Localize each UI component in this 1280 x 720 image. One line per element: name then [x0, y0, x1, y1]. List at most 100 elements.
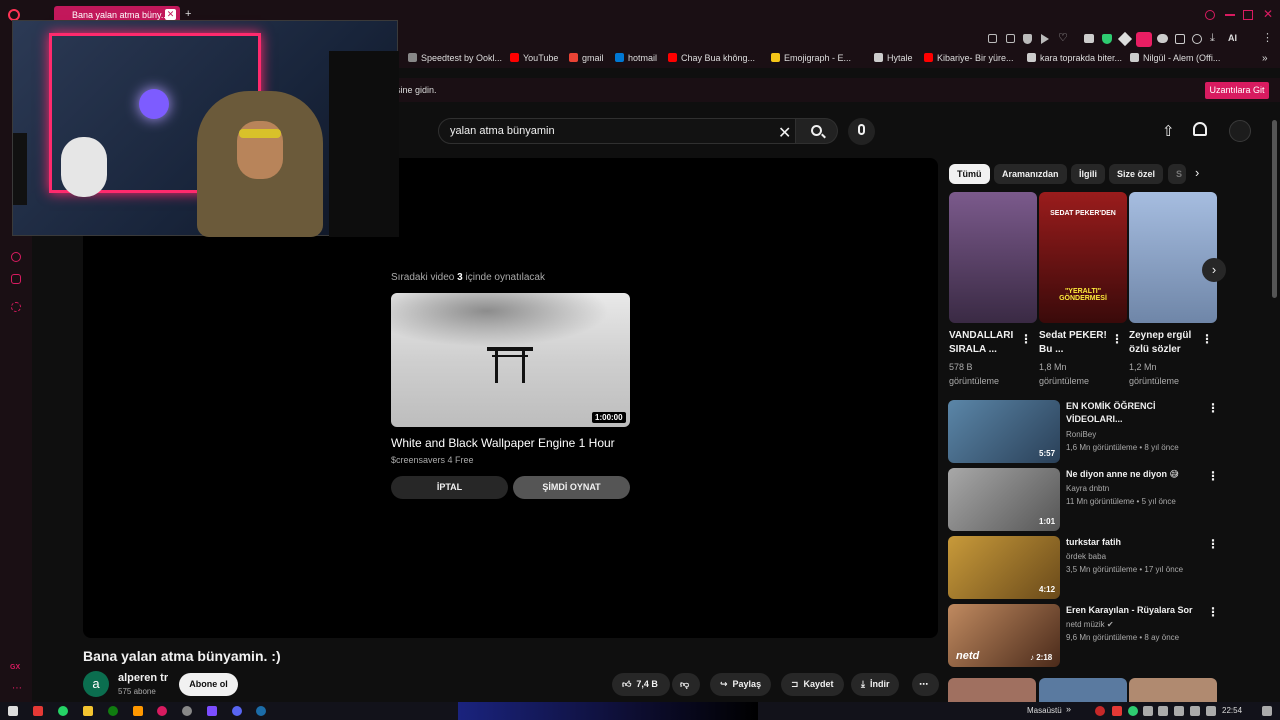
camera-icon[interactable]: [1006, 34, 1015, 43]
cancel-autoplay-button[interactable]: İPTAL: [391, 476, 508, 499]
history-icon[interactable]: [1192, 34, 1202, 44]
shield-icon[interactable]: [1023, 34, 1032, 44]
more-shorts-thumbnail[interactable]: [1129, 678, 1217, 702]
play-icon[interactable]: [1041, 34, 1049, 44]
bookmark-gmail[interactable]: gmail: [569, 53, 604, 63]
download-button[interactable]: ⤓ İndir: [851, 673, 900, 696]
opera-gx-taskbar-icon[interactable]: [157, 706, 167, 716]
related-title[interactable]: EN KOMİK ÖĞRENCİ VİDEOLARI...: [1066, 400, 1196, 426]
page-scrollbar[interactable]: [1272, 120, 1277, 298]
short-menu-icon[interactable]: ⋮: [1111, 332, 1123, 346]
extension-icon[interactable]: [1084, 34, 1094, 43]
related-channel[interactable]: ördek baba: [1066, 550, 1106, 563]
chips-next-icon[interactable]: ›: [1195, 165, 1199, 180]
bookmark-speedtest[interactable]: Speedtest by Ookl...: [408, 53, 502, 63]
desktop-folder-label[interactable]: Masaüstü: [1027, 706, 1062, 715]
search-button[interactable]: [796, 118, 838, 144]
clock[interactable]: 22:54: [1222, 706, 1242, 715]
tray-app-icon[interactable]: [1095, 706, 1105, 716]
search-tabs-icon[interactable]: [1205, 10, 1215, 20]
chip-overflow[interactable]: S: [1168, 164, 1186, 184]
xbox-icon[interactable]: [108, 706, 118, 716]
bookmark-nilgul[interactable]: Nilgül - Alem (Offi...: [1130, 53, 1220, 63]
chip-from-search[interactable]: Aramanızdan: [994, 164, 1067, 184]
share-button[interactable]: ↪ Paylaş: [710, 673, 772, 696]
new-tab-button[interactable]: +: [185, 8, 191, 20]
more-shorts-thumbnail[interactable]: [948, 678, 1036, 702]
pin-icon[interactable]: [988, 34, 997, 43]
related-title[interactable]: turkstar fatih: [1066, 536, 1196, 549]
chip-all[interactable]: Tümü: [949, 164, 990, 184]
bookmarks-overflow-icon[interactable]: »: [1262, 53, 1268, 64]
account-avatar[interactable]: [1229, 120, 1251, 142]
save-button[interactable]: ⊐ Kaydet: [781, 673, 844, 696]
short-thumbnail[interactable]: SEDAT PEKER'DEN "YERALTI" GÖNDERMESİ: [1039, 192, 1127, 323]
record-app-icon[interactable]: [33, 706, 43, 716]
notice-extensions-button[interactable]: Uzantılara Git: [1205, 82, 1269, 99]
tray-app2-icon[interactable]: [1174, 706, 1184, 716]
related-title[interactable]: Ne diyon anne ne diyon 😅: [1066, 468, 1196, 481]
app-taskbar-icon[interactable]: [182, 706, 192, 716]
volume-icon[interactable]: [1206, 706, 1216, 716]
discord-icon[interactable]: [232, 706, 242, 716]
download-icon[interactable]: ⤓: [1210, 32, 1215, 45]
clear-search-icon[interactable]: ✕: [778, 123, 791, 143]
vegas-icon[interactable]: [207, 706, 217, 716]
sidebar-music-icon[interactable]: [11, 252, 21, 262]
bookmark-chay-bua[interactable]: Chay Bua không...: [668, 53, 755, 63]
short-thumbnail[interactable]: [1129, 192, 1217, 323]
short-title[interactable]: VANDALLARI SIRALA ...: [949, 329, 1019, 357]
related-channel[interactable]: netd müzik ✔: [1066, 618, 1114, 631]
related-channel[interactable]: RoniBey: [1066, 428, 1096, 441]
related-channel[interactable]: Kayra dnbtn: [1066, 482, 1109, 495]
bookmark-hotmail[interactable]: hotmail: [615, 53, 657, 63]
sidebar-history-icon[interactable]: [11, 274, 21, 284]
tray-wifi-icon[interactable]: [1190, 706, 1200, 716]
next-video-title[interactable]: White and Black Wallpaper Engine 1 Hour: [391, 436, 615, 450]
tray-green-icon[interactable]: [1128, 706, 1138, 716]
vpn-shield-icon[interactable]: [1102, 34, 1112, 44]
like-button[interactable]: 👍︎ 7,4 B: [612, 673, 670, 696]
whatsapp-icon[interactable]: [58, 706, 68, 716]
related-title[interactable]: Eren Karayılan - Rüyalara Sor: [1066, 604, 1196, 617]
subscribe-button[interactable]: Abone ol: [179, 673, 238, 696]
cloud-icon[interactable]: [1157, 34, 1168, 43]
file-explorer-icon[interactable]: [83, 706, 93, 716]
maximize-icon[interactable]: [1243, 10, 1253, 20]
play-now-button[interactable]: ŞİMDİ OYNAT: [513, 476, 630, 499]
bookmark-kibariye[interactable]: Kibariye- Bir yüre...: [924, 53, 1014, 63]
chip-related[interactable]: İlgili: [1071, 164, 1105, 184]
close-window-icon[interactable]: ✕: [1263, 7, 1273, 21]
chip-for-you[interactable]: Size özel: [1109, 164, 1164, 184]
channel-name[interactable]: alperen tr: [118, 672, 168, 684]
shorts-next-icon[interactable]: ›: [1202, 258, 1226, 282]
short-title[interactable]: Sedat PEKER! Bu ...: [1039, 329, 1109, 357]
heart-icon[interactable]: ♡: [1058, 31, 1068, 44]
puzzle-icon[interactable]: [1175, 34, 1185, 44]
taskbar-overflow-icon[interactable]: »: [1066, 704, 1071, 714]
messenger-extension-icon[interactable]: [1136, 32, 1152, 47]
channel-avatar[interactable]: a: [83, 671, 109, 697]
related-menu-icon[interactable]: ⋮: [1207, 401, 1219, 415]
more-actions-button[interactable]: ⋯: [912, 673, 939, 696]
voice-search-button[interactable]: [848, 118, 875, 145]
start-menu-icon[interactable]: [8, 706, 18, 716]
short-menu-icon[interactable]: ⋮: [1201, 332, 1213, 346]
bookmark-kara-toprakda[interactable]: kara toprakda biter...: [1027, 53, 1122, 63]
tray-record-icon[interactable]: [1112, 706, 1122, 716]
tray-network-icon[interactable]: [1158, 706, 1168, 716]
dislike-button[interactable]: 👎︎: [672, 673, 700, 696]
tab-close-icon[interactable]: ✕: [165, 9, 176, 20]
bookmark-emojigraph[interactable]: Emojigraph - E...: [771, 53, 851, 63]
tray-steam-icon[interactable]: [1143, 706, 1153, 716]
related-menu-icon[interactable]: ⋮: [1207, 469, 1219, 483]
related-menu-icon[interactable]: ⋮: [1207, 537, 1219, 551]
notifications-bell-icon[interactable]: [1193, 122, 1207, 136]
short-title[interactable]: Zeynep ergül özlü sözler: [1129, 329, 1199, 357]
bookmark-hytale[interactable]: Hytale: [874, 53, 913, 63]
upload-icon[interactable]: ⇧: [1162, 122, 1175, 140]
next-video-channel[interactable]: $creensavers 4 Free: [391, 455, 474, 465]
search-app-icon[interactable]: [133, 706, 143, 716]
steam-icon[interactable]: [256, 706, 266, 716]
ai-button[interactable]: AI: [1228, 33, 1237, 43]
